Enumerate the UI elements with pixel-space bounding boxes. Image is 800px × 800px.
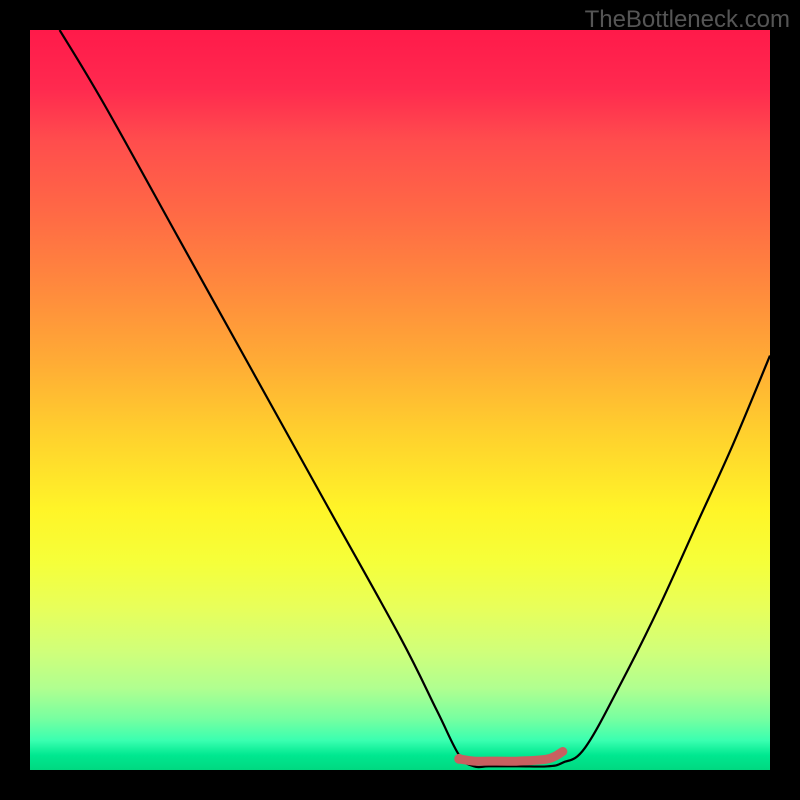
- chart-svg: [30, 30, 770, 770]
- highlight-segment-path: [459, 752, 563, 762]
- watermark-text: TheBottleneck.com: [585, 6, 790, 34]
- highlight-start-dot: [454, 754, 464, 764]
- chart-plot-area: [30, 30, 770, 770]
- bottleneck-curve-path: [60, 30, 770, 767]
